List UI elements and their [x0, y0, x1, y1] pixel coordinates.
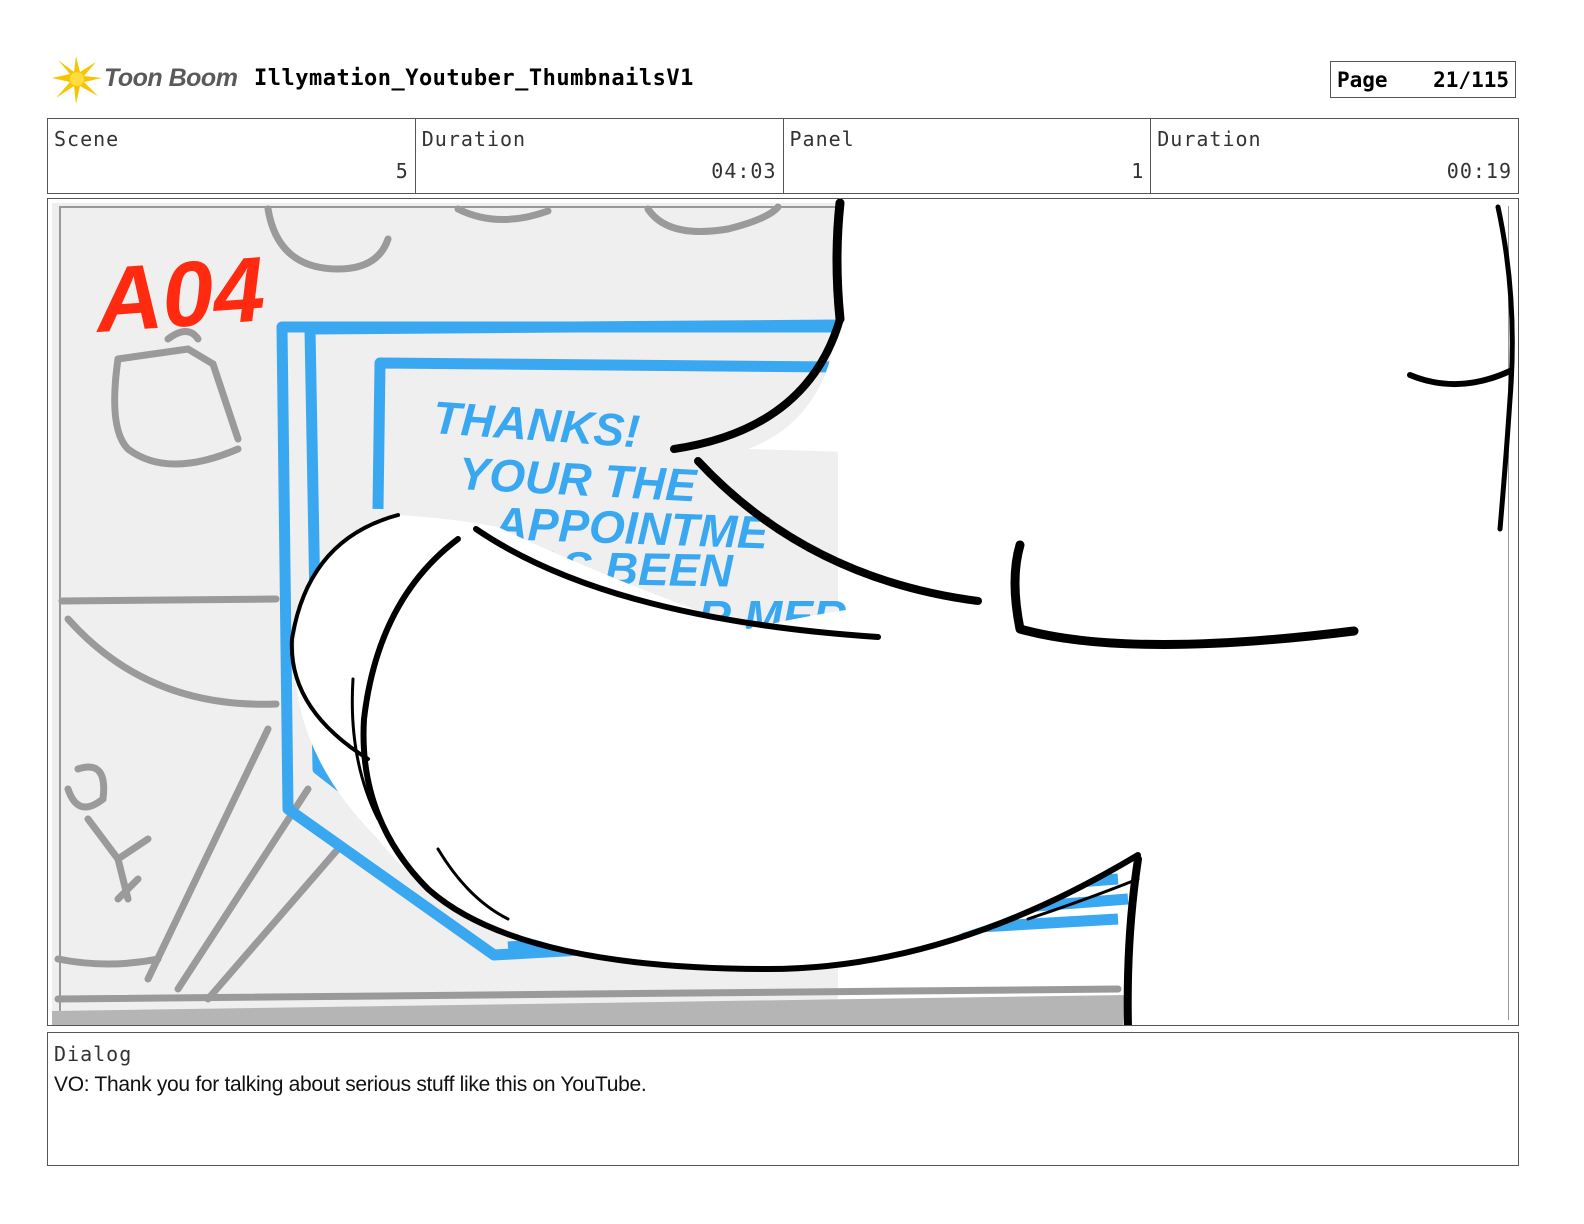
panel-duration-value: 00:19 [1446, 159, 1512, 183]
scene-duration-label: Duration [421, 127, 527, 151]
panel-value: 1 [1131, 159, 1145, 183]
panel-label: Panel [789, 127, 855, 151]
scene-label: Scene [54, 127, 120, 151]
toon-boom-logo: Toon Boom [50, 54, 240, 106]
page-label: Page [1337, 68, 1388, 92]
storyboard-panel: A04 THANKS! YOUR THE APPOINTME AS BEEN R… [47, 198, 1519, 1026]
starburst-icon [52, 56, 102, 104]
panel-cell: Panel 1 [784, 119, 1152, 193]
page-number: 21/115 [1433, 68, 1509, 92]
sketch-tag: A04 [90, 238, 267, 352]
scene-value: 5 [395, 159, 409, 183]
scene-cell: Scene 5 [48, 119, 416, 193]
project-title: Illymation_Youtuber_ThumbnailsV1 [254, 66, 694, 91]
panel-duration-cell: Duration 00:19 [1151, 119, 1518, 193]
page-indicator: Page 21/115 [1330, 61, 1516, 98]
dialog-box: Dialog VO: Thank you for talking about s… [47, 1032, 1519, 1166]
dialog-label: Dialog [54, 1042, 133, 1066]
scene-info-row: Scene 5 Duration 04:03 Panel 1 Duration … [47, 118, 1519, 194]
scene-duration-value: 04:03 [711, 159, 777, 183]
panel-duration-label: Duration [1157, 127, 1262, 151]
dialog-text: VO: Thank you for talking about serious … [54, 1073, 647, 1096]
scene-duration-cell: Duration 04:03 [416, 119, 784, 193]
panel-sketch: A04 THANKS! YOUR THE APPOINTME AS BEEN R… [48, 199, 1518, 1025]
logo-text: Toon Boom [104, 64, 238, 92]
